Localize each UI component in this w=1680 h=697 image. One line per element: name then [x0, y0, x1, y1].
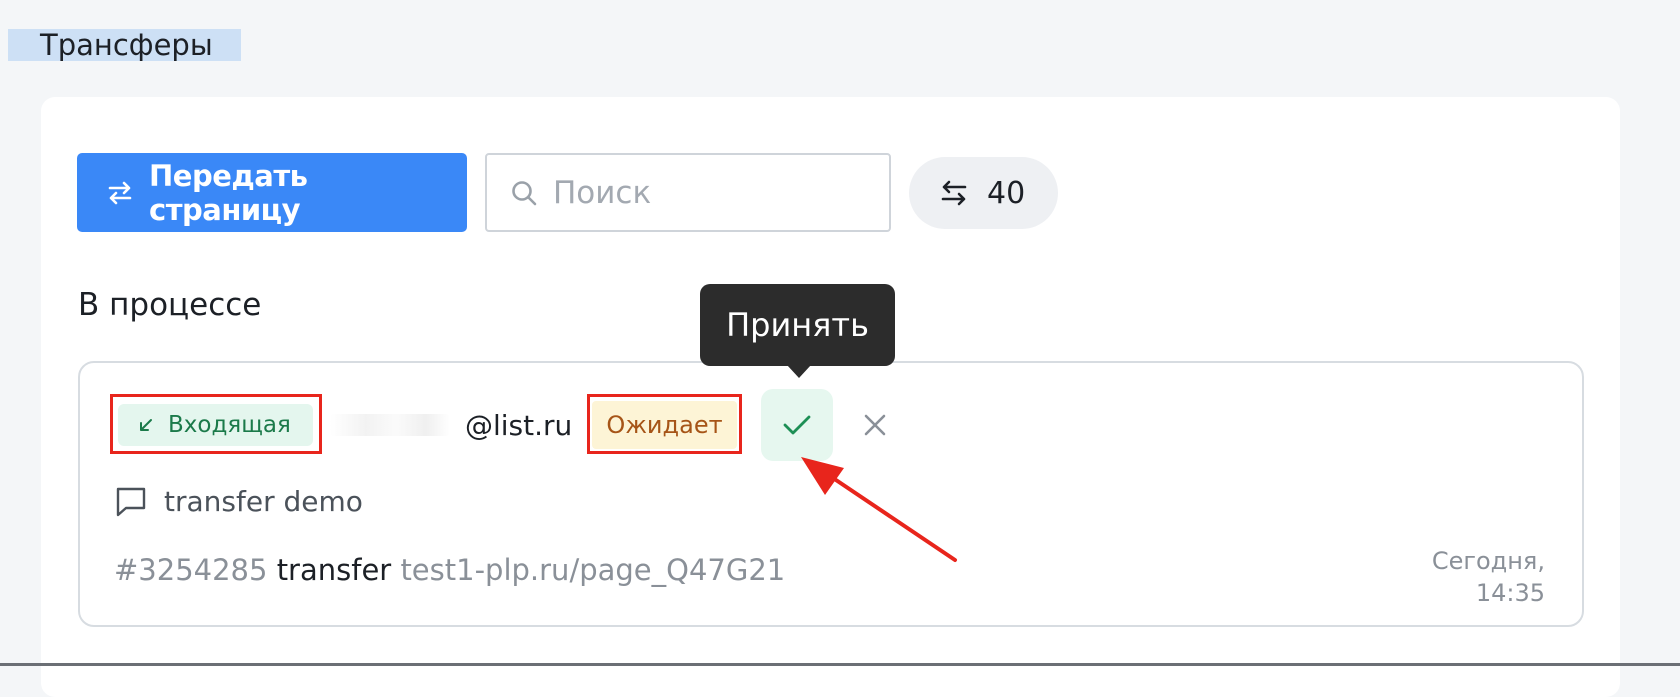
transfer-count: 40 [987, 175, 1026, 211]
transfer-comment: transfer demo [114, 484, 363, 518]
transfer-page-button[interactable]: Передать страницу [77, 153, 467, 232]
search-icon [509, 178, 539, 208]
search-input[interactable] [553, 174, 853, 211]
annotation-box-direction [110, 394, 322, 454]
comment-text: transfer demo [164, 484, 363, 518]
section-title-in-progress: В процессе [78, 287, 262, 323]
accept-tooltip: Принять [700, 284, 895, 366]
page-link[interactable]: test1-plp.ru/page_Q47G21 [400, 553, 785, 587]
transfer-meta: #3254285 transfer test1-plp.ru/page_Q47G… [114, 552, 785, 588]
transfer-arrows-icon [937, 176, 971, 210]
transfer-id: #3254285 [114, 553, 268, 587]
transfer-timestamp: Сегодня, 14:35 [1431, 547, 1545, 607]
comment-icon [114, 484, 148, 518]
transfer-action: transfer [276, 553, 392, 587]
search-field[interactable] [485, 153, 891, 232]
sender-email: @list.ru [465, 409, 573, 442]
transfer-counter[interactable]: 40 [909, 157, 1058, 229]
accept-button[interactable] [761, 389, 833, 461]
check-icon [782, 413, 812, 437]
transfer-arrows-icon [105, 178, 135, 208]
tooltip-pointer [787, 365, 811, 378]
decline-button[interactable] [854, 404, 896, 446]
transfer-page-button-label: Передать страницу [149, 158, 308, 227]
page-title: Трансферы [8, 29, 241, 61]
annotation-box-status [587, 394, 742, 454]
close-icon [863, 413, 887, 437]
redacted-email-username [330, 414, 450, 436]
